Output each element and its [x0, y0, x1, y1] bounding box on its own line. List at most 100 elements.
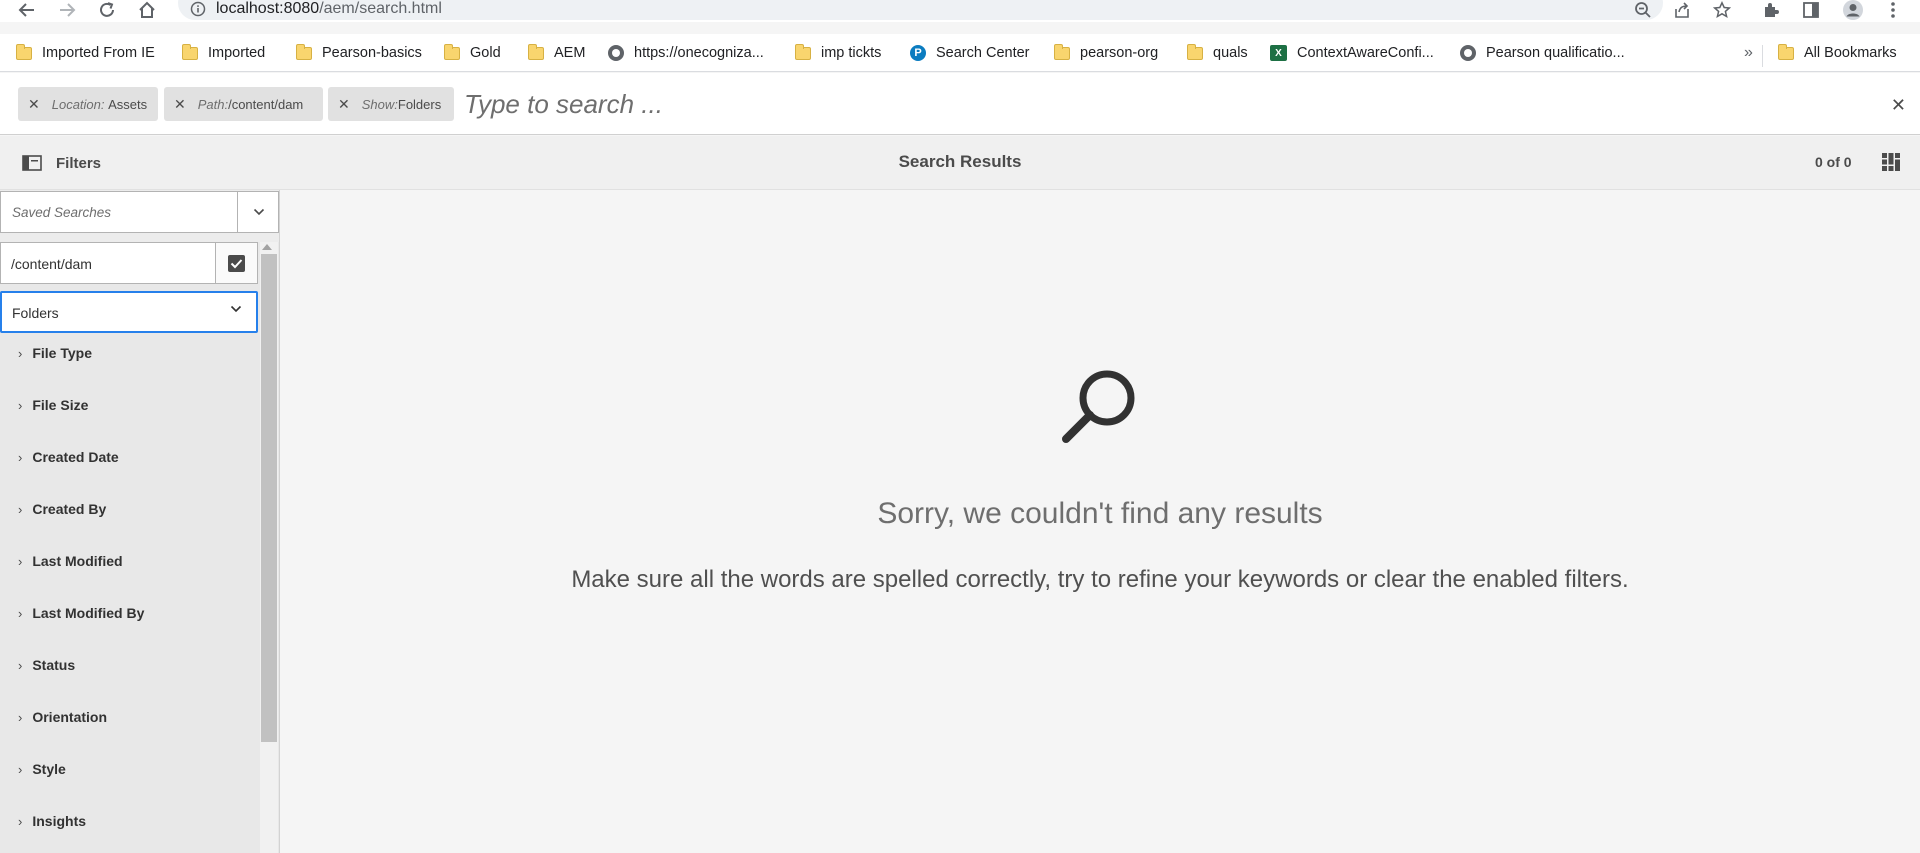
chevron-right-icon: ›: [18, 553, 23, 569]
bookmark-label: Imported From IE: [42, 45, 155, 61]
bookmarks-divider: [1762, 45, 1763, 67]
path-field[interactable]: /content/dam: [0, 242, 216, 284]
close-search-icon[interactable]: ✕: [1891, 95, 1906, 116]
chevron-right-icon: ›: [18, 761, 23, 777]
bookmark-item[interactable]: Pearson qualificatio...: [1460, 42, 1625, 64]
path-select-button[interactable]: [215, 242, 258, 284]
folder-icon: [1778, 43, 1794, 60]
share-icon[interactable]: [1671, 0, 1693, 20]
tag-value: Folders: [397, 96, 442, 112]
extensions-icon[interactable]: [1760, 0, 1782, 20]
folder-icon: [16, 43, 32, 60]
browser-toolbar: localhost:8080/aem/search.html: [0, 0, 1920, 22]
bookmark-label: https://onecogniza...: [634, 45, 764, 61]
facet-last-modified-by[interactable]: › Last Modified By: [18, 602, 144, 624]
facet-created-date[interactable]: › Created Date: [18, 446, 119, 468]
show-type-select[interactable]: Folders: [0, 291, 258, 333]
chevron-right-icon: ›: [18, 813, 23, 829]
facet-label: File Type: [32, 345, 92, 361]
scroll-up-arrow-icon[interactable]: [262, 244, 272, 250]
facet-created-by[interactable]: › Created By: [18, 498, 106, 520]
facet-label: Last Modified By: [32, 605, 145, 621]
more-vert-icon[interactable]: [1882, 0, 1904, 20]
facet-last-modified[interactable]: › Last Modified: [18, 550, 123, 572]
checkbox-icon: [228, 254, 245, 272]
facet-label: File Size: [32, 397, 89, 413]
view-switcher-icon[interactable]: [1882, 153, 1900, 171]
bookmark-item[interactable]: AEM: [528, 42, 585, 64]
search-results-area: Sorry, we couldn't find any results Make…: [280, 190, 1920, 853]
bookmark-item[interactable]: pearson-org: [1054, 42, 1158, 64]
pearson-logo-icon: P: [910, 45, 926, 61]
bookmark-item[interactable]: Pearson-basics: [296, 42, 422, 64]
bookmark-label: quals: [1213, 45, 1248, 61]
chevron-right-icon: ›: [18, 605, 23, 621]
facet-status[interactable]: › Status: [18, 654, 75, 676]
bookmark-item[interactable]: X ContextAwareConfi...: [1270, 42, 1434, 64]
empty-state-message: Make sure all the words are spelled corr…: [571, 566, 1629, 593]
omnisearch-bar: ✕ Location: Assets ✕ Path:/content/dam ✕…: [0, 73, 1920, 135]
filters-scroll-area: /content/dam Folders › File Type › File Siz…: [0, 242, 279, 853]
facet-insights[interactable]: › Insights: [18, 810, 86, 832]
omnisearch-tag-show[interactable]: ✕ Show: Folders: [328, 87, 454, 121]
bookmark-item[interactable]: imp tickts: [795, 42, 881, 64]
chevron-right-icon: ›: [18, 657, 23, 673]
scrollbar-thumb[interactable]: [261, 254, 277, 742]
facet-file-type[interactable]: › File Type: [18, 342, 92, 364]
facet-style[interactable]: › Style: [18, 758, 66, 780]
url-text[interactable]: localhost:8080/aem/search.html: [216, 0, 442, 18]
all-bookmarks[interactable]: All Bookmarks: [1778, 42, 1897, 64]
close-icon[interactable]: ✕: [174, 96, 186, 113]
facet-label: Created Date: [32, 449, 119, 465]
bookmark-item[interactable]: P Search Center: [910, 42, 1030, 64]
title-bar: Filters Search Results 0 of 0: [0, 136, 1920, 190]
bookmark-item[interactable]: Imported: [182, 42, 265, 64]
bookmark-label: imp tickts: [821, 45, 882, 61]
bookmark-label: Gold: [470, 45, 501, 61]
search-input[interactable]: [464, 85, 1844, 123]
chevron-right-icon: ›: [18, 449, 23, 465]
bookmark-label: pearson-org: [1080, 45, 1159, 61]
facet-label: Last Modified: [32, 553, 123, 569]
globe-icon: [1460, 45, 1476, 61]
bookmark-item[interactable]: Imported From IE: [16, 42, 155, 64]
saved-searches-placeholder: Saved Searches: [12, 205, 112, 220]
bookmarks-overflow-icon[interactable]: »: [1744, 42, 1753, 64]
bookmark-item[interactable]: quals: [1187, 42, 1248, 64]
facet-file-size[interactable]: › File Size: [18, 394, 88, 416]
filters-rail: Saved Searches /content/dam Folders › Fil…: [0, 190, 280, 853]
bookmark-label: Search Center: [936, 45, 1030, 61]
omnisearch-tag-path[interactable]: ✕ Path:/content/dam: [164, 87, 323, 121]
folder-icon: [1054, 43, 1070, 60]
bookmark-label: Imported: [208, 45, 266, 61]
reload-icon[interactable]: [94, 0, 120, 20]
folder-icon: [444, 43, 460, 60]
chevron-down-icon: [230, 305, 242, 313]
back-arrow-icon[interactable]: [14, 0, 40, 20]
home-icon[interactable]: [134, 0, 160, 20]
excel-icon: X: [1270, 45, 1287, 61]
zoom-out-icon[interactable]: [1632, 0, 1654, 20]
show-type-value: Folders: [12, 305, 59, 321]
forward-arrow-icon[interactable]: [54, 0, 80, 20]
side-panel-icon[interactable]: [1800, 0, 1822, 20]
url-host: localhost:8080: [216, 0, 320, 17]
empty-state-title: Sorry, we couldn't find any results: [877, 497, 1323, 530]
facet-orientation[interactable]: › Orientation: [18, 706, 107, 728]
profile-icon[interactable]: [1842, 0, 1864, 20]
site-info-icon[interactable]: [190, 1, 206, 17]
tag-value: /content/dam: [228, 96, 304, 112]
chevron-down-icon[interactable]: [237, 192, 279, 232]
chevron-right-icon: ›: [18, 345, 23, 361]
close-icon[interactable]: ✕: [28, 96, 40, 113]
close-icon[interactable]: ✕: [338, 96, 350, 113]
folder-icon: [296, 43, 312, 60]
omnisearch-tag-location[interactable]: ✕ Location: Assets: [18, 87, 158, 121]
tag-value: Assets: [108, 96, 148, 112]
bookmark-item[interactable]: https://onecogniza...: [608, 42, 764, 64]
search-icon: [1060, 365, 1140, 445]
bookmark-item[interactable]: Gold: [444, 42, 501, 64]
saved-searches-dropdown[interactable]: Saved Searches: [0, 191, 279, 233]
tag-key: Location:: [51, 96, 105, 112]
star-icon[interactable]: [1711, 0, 1733, 20]
